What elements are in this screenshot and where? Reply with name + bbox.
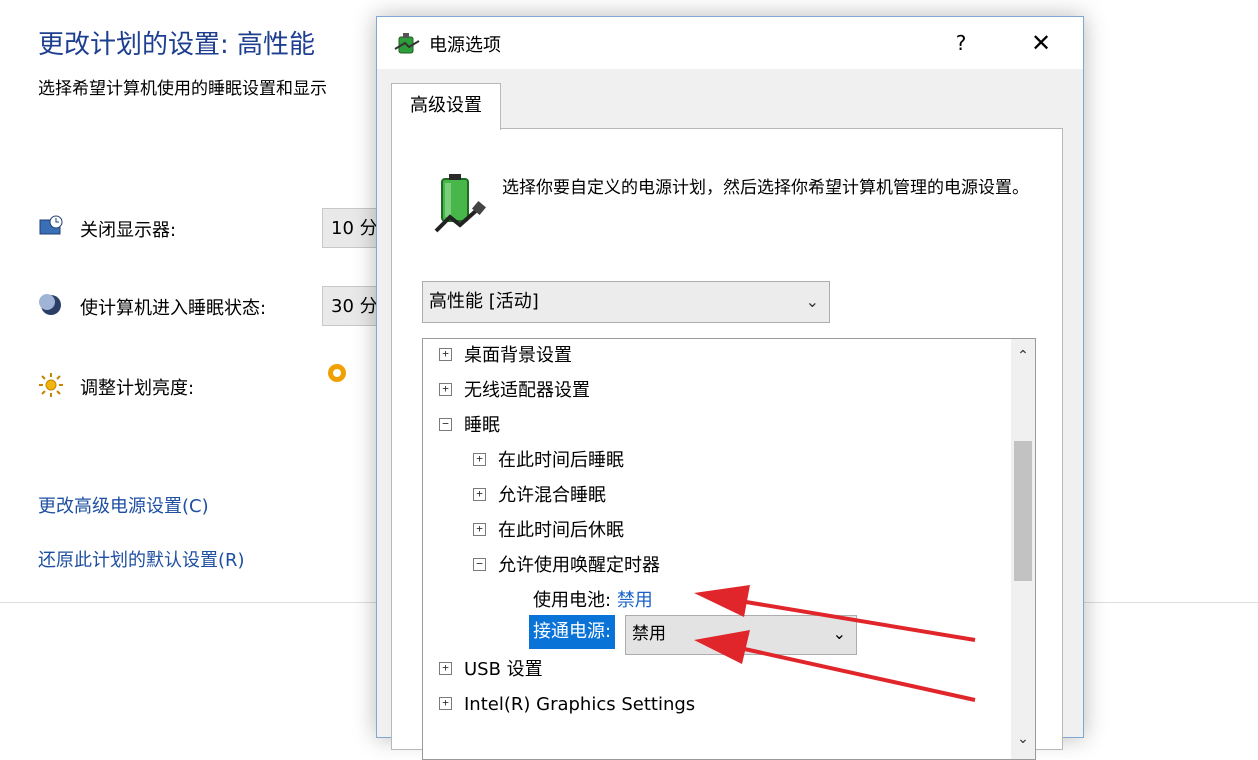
expand-icon[interactable]: + — [473, 522, 486, 536]
tree-item-wireless-adapter[interactable]: + 无线适配器设置 — [439, 376, 590, 406]
restore-defaults-link[interactable]: 还原此计划的默认设置(R) — [38, 546, 245, 572]
chevron-down-icon: ⌄ — [805, 292, 819, 311]
on-battery-label: 使用电池: — [533, 590, 612, 611]
title-bar[interactable]: 电源选项 ? ✕ — [377, 17, 1083, 69]
collapse-icon[interactable]: − — [473, 557, 486, 571]
plugged-in-value: 禁用 — [632, 624, 666, 644]
collapse-icon[interactable]: − — [439, 417, 452, 431]
scroll-up-icon[interactable]: ⌃ — [1011, 339, 1035, 371]
tree-item-hybrid-sleep[interactable]: + 允许混合睡眠 — [473, 481, 606, 511]
sleep-label: 使计算机进入睡眠状态: — [80, 298, 267, 319]
dialog-title: 电源选项 — [429, 35, 501, 56]
tree-item-label: USB 设置 — [464, 659, 543, 680]
help-button[interactable]: ? — [943, 25, 979, 61]
brightness-label: 调整计划亮度: — [80, 378, 195, 399]
tree-item-label: Intel(R) Graphics Settings — [464, 694, 696, 715]
close-button[interactable]: ✕ — [1023, 25, 1059, 61]
expand-icon[interactable]: + — [439, 347, 452, 361]
expand-icon[interactable]: + — [473, 487, 486, 501]
turn-off-display-label: 关闭显示器: — [80, 220, 177, 241]
power-plan-select[interactable]: 高性能 [活动] ⌄ — [422, 281, 830, 323]
tree-item-label: 在此时间后休眠 — [498, 520, 624, 541]
page-description: 选择希望计算机使用的睡眠设置和显示 — [38, 79, 327, 99]
monitor-icon — [39, 215, 63, 235]
tree-item-intel-graphics[interactable]: + Intel(R) Graphics Settings — [439, 690, 695, 720]
expand-icon[interactable]: + — [473, 452, 486, 466]
tree-item-wake-timers[interactable]: − 允许使用唤醒定时器 — [473, 551, 660, 581]
page-title: 更改计划的设置: 高性能 — [38, 30, 316, 60]
power-options-dialog: 电源选项 ? ✕ 高级设置 选择你要自定义的电源计划，然后选择你希望计算机管理的… — [376, 16, 1084, 760]
tree-item-sleep-after[interactable]: + 在此时间后睡眠 — [473, 446, 624, 476]
tree-item-label: 允许混合睡眠 — [498, 485, 606, 506]
panel-description: 选择你要自定义的电源计划，然后选择你希望计算机管理的电源设置。 — [502, 178, 1029, 198]
tree-item-hibernate-after[interactable]: + 在此时间后休眠 — [473, 516, 624, 546]
tree-item-desktop-background[interactable]: + 桌面背景设置 — [439, 341, 572, 371]
tree-item-usb-settings[interactable]: + USB 设置 — [439, 655, 543, 685]
on-battery-setting[interactable]: 使用电池: 禁用 — [533, 586, 653, 616]
sun-icon — [39, 373, 63, 397]
brightness-slider-thumb[interactable] — [326, 362, 348, 384]
tree-item-label: 无线适配器设置 — [464, 380, 590, 401]
on-battery-value[interactable]: 禁用 — [617, 590, 653, 611]
expand-icon[interactable]: + — [439, 696, 452, 710]
battery-icon — [434, 174, 486, 233]
plugged-in-label: 接通电源: — [529, 615, 616, 649]
chevron-down-icon: ⌄ — [832, 624, 846, 643]
expand-icon[interactable]: + — [439, 661, 452, 675]
change-advanced-settings-link[interactable]: 更改高级电源设置(C) — [38, 492, 209, 518]
tree-item-sleep[interactable]: − 睡眠 — [439, 411, 500, 441]
moon-icon — [39, 294, 61, 315]
tree-item-label: 桌面背景设置 — [464, 345, 572, 366]
plugged-in-select[interactable]: 禁用 ⌄ — [625, 615, 857, 655]
scroll-thumb[interactable] — [1014, 441, 1032, 581]
settings-tree[interactable]: + 桌面背景设置 + 无线适配器设置 − 睡眠 + 在此时间后睡眠 + 允许混合睡眠 + 在… — [422, 338, 1036, 760]
advanced-settings-panel: 选择你要自定义的电源计划，然后选择你希望计算机管理的电源设置。 高性能 [活动]… — [391, 128, 1063, 760]
tree-item-label: 允许使用唤醒定时器 — [498, 555, 660, 576]
tree-item-label: 睡眠 — [464, 415, 500, 436]
power-plan-value: 高性能 [活动] — [429, 291, 539, 312]
power-options-icon — [394, 33, 420, 54]
tree-item-label: 在此时间后睡眠 — [498, 450, 624, 471]
tree-scrollbar[interactable]: ⌃ ⌄ — [1011, 339, 1035, 759]
scroll-down-icon[interactable]: ⌄ — [1011, 723, 1035, 755]
expand-icon[interactable]: + — [439, 382, 452, 396]
tab-advanced-settings[interactable]: 高级设置 — [391, 83, 501, 130]
